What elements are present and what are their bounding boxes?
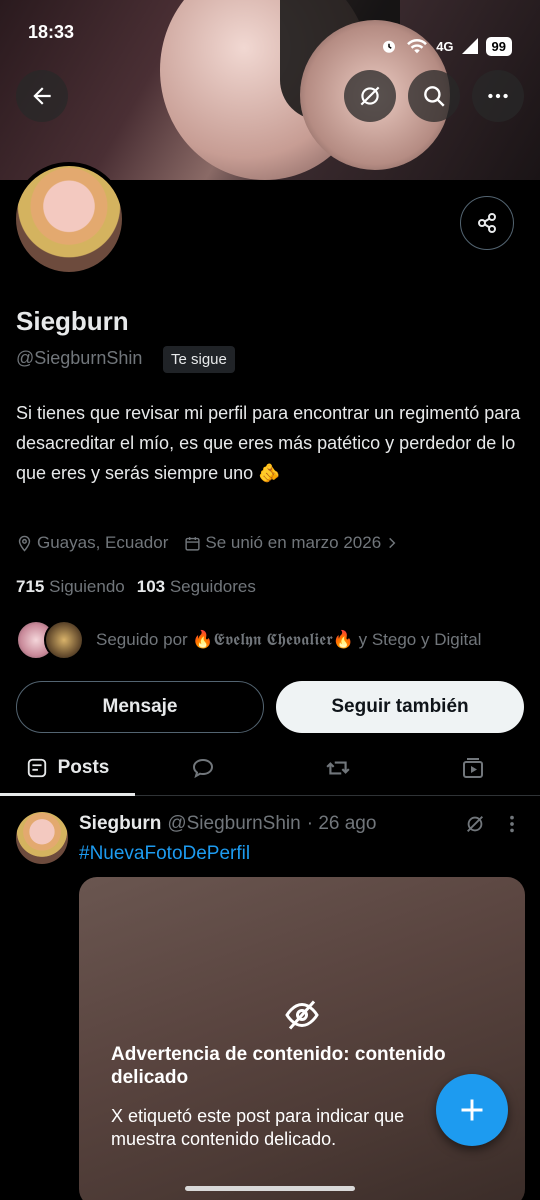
location-text: Guayas, Ecuador	[37, 533, 169, 552]
followers-count: 103	[136, 577, 166, 596]
repost-icon	[325, 761, 350, 774]
sensitive-media[interactable]: Advertencia de contenido: contenido deli…	[79, 877, 525, 1200]
tab-posts[interactable]: Posts	[0, 740, 135, 796]
post-header: Siegburn @SiegburnShin · 26 ago	[79, 813, 376, 835]
following-count: 715	[16, 577, 45, 596]
tab-posts-label: Posts	[57, 756, 110, 778]
status-icons: 4G 99	[380, 22, 512, 70]
status-bar: 18:33 4G 99	[0, 0, 540, 70]
hide-media-button[interactable]	[344, 70, 396, 122]
avatar	[44, 620, 84, 660]
warning-description: X etiquetó este post para indicar que mu…	[111, 1106, 405, 1149]
eye-off-icon	[285, 1000, 319, 1030]
calendar-icon	[185, 536, 200, 551]
reply-icon	[192, 758, 213, 778]
location-icon	[18, 535, 31, 552]
back-button[interactable]	[16, 70, 68, 122]
share-button[interactable]	[460, 196, 514, 250]
more-icon	[488, 93, 508, 99]
follow-counts: 715 Siguiendo 103 Seguidores	[16, 577, 256, 597]
message-button[interactable]: Mensaje	[16, 681, 264, 733]
profile-name: Siegburn	[16, 306, 129, 336]
search-icon	[424, 86, 445, 107]
following-link[interactable]: 715 Siguiendo	[16, 577, 125, 597]
battery-indicator: 99	[485, 36, 512, 56]
tab-media[interactable]	[405, 740, 540, 795]
status-time: 18:33	[28, 22, 75, 42]
post-hashtag[interactable]: #NuevaFotoDePerfil	[79, 843, 250, 865]
arrow-left-icon	[33, 87, 51, 105]
more-vertical-icon[interactable]	[508, 813, 516, 835]
home-indicator	[185, 1186, 355, 1191]
location: Guayas, Ecuador	[16, 533, 168, 553]
post-avatar[interactable]	[16, 812, 68, 864]
warning-title: Advertencia de contenido: contenido deli…	[111, 1044, 446, 1088]
followed-by-text: Seguido por 🔥𝕰𝖛𝖊𝖑𝖞𝖓 𝕮𝖍𝖊𝖛𝖆𝖑𝖎𝖊𝖗🔥 y Stego y…	[96, 630, 482, 649]
post-author-handle: @SiegburnShin	[167, 813, 301, 834]
followers-link[interactable]: 103 Seguidores	[137, 577, 256, 597]
followed-by-avatars	[16, 620, 84, 660]
more-options-button[interactable]	[472, 70, 524, 122]
chevron-right-icon	[389, 537, 396, 549]
eye-off-icon[interactable]	[464, 813, 486, 835]
profile-handle: @SiegburnShin	[16, 348, 143, 368]
signal-icon	[461, 38, 478, 54]
wifi-icon	[407, 38, 428, 54]
search-button[interactable]	[408, 70, 460, 122]
eye-off-icon	[360, 86, 380, 106]
followers-label: Seguidores	[169, 577, 256, 596]
alarm-icon	[383, 40, 396, 53]
share-icon	[478, 213, 496, 233]
plus-icon	[461, 1099, 483, 1121]
profile-bio: Si tienes que revisar mi perfil para enc…	[16, 403, 521, 483]
followed-by[interactable]: Seguido por 🔥𝕰𝖛𝖊𝖑𝖞𝖓 𝕮𝖍𝖊𝖛𝖆𝖑𝖎𝖊𝖗🔥 y Stego y…	[16, 620, 481, 660]
profile-tabs: Posts	[0, 740, 540, 796]
media-icon	[462, 757, 483, 778]
profile-avatar[interactable]	[12, 162, 126, 276]
follows-you-badge: Te sigue	[163, 346, 235, 373]
compose-button[interactable]	[436, 1074, 508, 1146]
joined[interactable]: Se unió en marzo 2026	[184, 533, 399, 553]
post-icons	[464, 813, 516, 835]
post-author-name[interactable]: Siegburn	[79, 813, 161, 835]
tab-replies[interactable]	[135, 740, 270, 795]
posts-icon	[27, 758, 46, 777]
tab-reposts[interactable]	[270, 740, 405, 795]
follow-back-button[interactable]: Seguir también	[276, 681, 524, 733]
joined-text: Se unió en marzo 2026	[205, 533, 382, 552]
network-label: 4G	[436, 38, 454, 54]
following-label: Siguiendo	[49, 577, 125, 596]
post-date: · 26 ago	[306, 813, 377, 834]
profile-meta: Guayas, Ecuador Se unió en marzo 2026	[16, 533, 399, 553]
